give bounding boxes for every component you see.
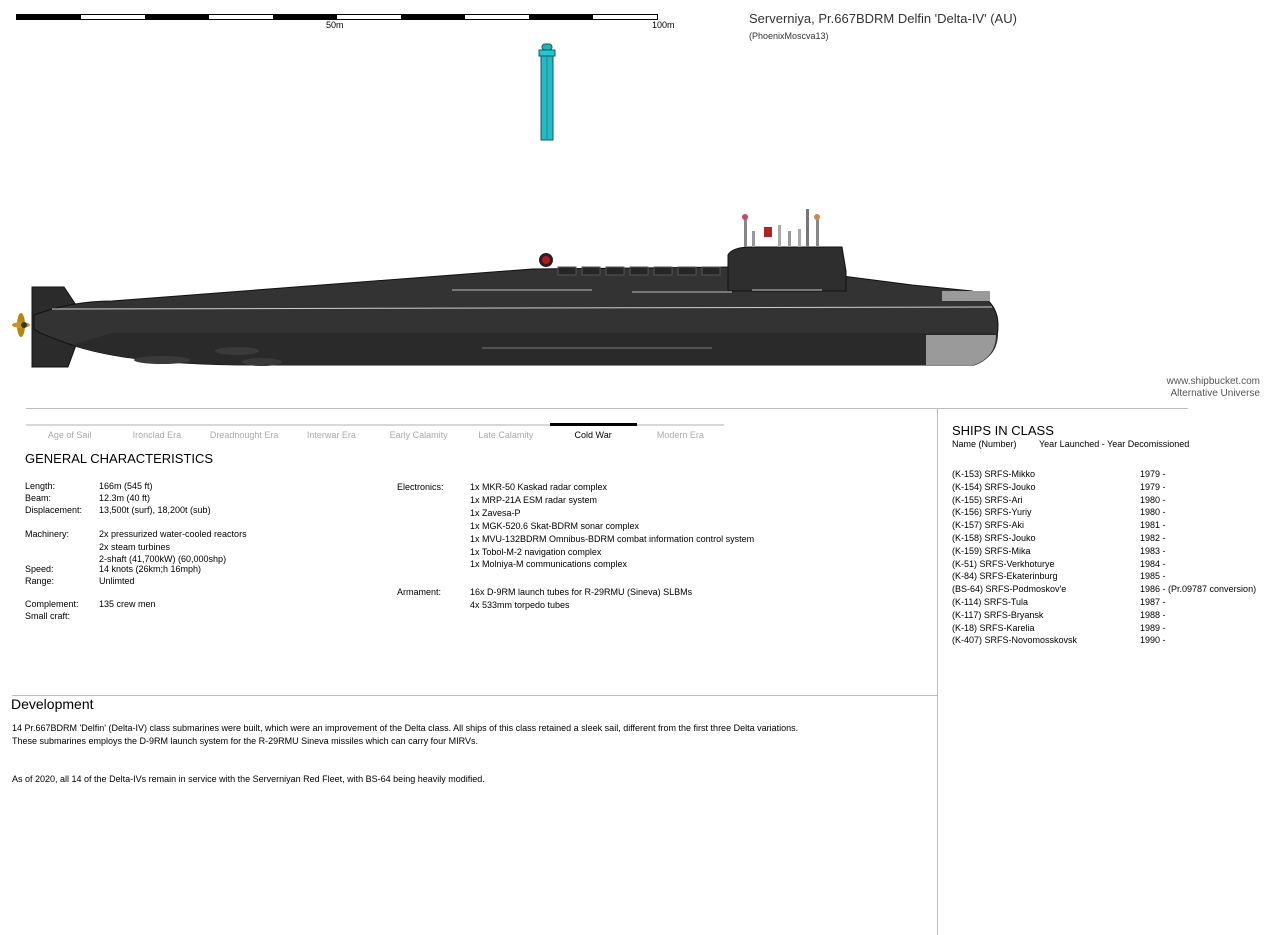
beam-value: 12.3m (40 ft) [99,493,151,503]
era-late-calamity: Late Calamity [478,430,534,440]
speed-label: Speed: [25,564,54,574]
ship-years: 1989 - [1140,622,1166,633]
ship-name: (K-157) SRFS-Aki [952,520,1025,531]
era-ironclad: Ironclad Era [132,430,182,440]
ships-panel-separator [937,408,938,935]
range-label: Range: [25,576,55,586]
machinery-label: Machinery: [25,529,70,539]
ship-years: 1979 - [1140,481,1166,492]
era-bar: Age of Sail Ironclad Era Dreadnought Era… [26,423,724,444]
ship-years: 1990 - [1140,635,1166,646]
general-characteristics-title: GENERAL CHARACTERISTICS [25,451,214,466]
submarine-side-profile [12,209,999,368]
ship-name: (K-159) SRFS-Mika [952,545,1031,556]
speed-value: 14 knots (26km;h 16mph) [99,564,202,574]
length-label: Length: [25,481,56,491]
electronics-item: 1x Tobol-M-2 navigation complex [470,547,602,557]
ship-name: (K-114) SRFS-Tula [952,596,1029,607]
propeller [12,313,30,337]
era-interwar: Interwar Era [306,430,356,440]
ship-years: 1981 - [1140,520,1166,531]
electronics-item: 1x MKR-50 Kaskad radar complex [470,482,608,492]
ship-years: 1979 - [1140,469,1166,479]
top-separator [26,408,1188,409]
ship-name: (K-158) SRFS-Jouko [952,532,1036,543]
development-paragraph-1-line-1: 14 Pr.667BDRM 'Delfin' (Delta-IV) class … [12,723,799,733]
era-cold-war: Cold War [549,423,637,444]
small-craft-label: Small craft: [25,611,71,621]
development-paragraph-1-line-2: These submarines employs the D-9RM launc… [12,736,478,746]
ship-years: 1986 - (Pr.09787 conversion) [1140,584,1257,595]
range-value: Unlimted [99,576,135,586]
scale-label-50m: 50m [326,20,344,30]
ship-name: (K-84) SRFS-Ekaterinburg [952,571,1058,582]
length-value: 166m (545 ft) [99,481,153,491]
development-paragraph-2: As of 2020, all 14 of the Delta-IVs rema… [12,774,485,784]
electronics-item: 1x MRP-21A ESM radar system [470,495,598,505]
machinery-value-1: 2x pressurized water-cooled reactors [99,529,247,539]
ship-name: (K-156) SRFS-Yuriy [952,507,1032,518]
ship-years: 1985 - [1140,571,1166,582]
ship-years: 1983 - [1140,545,1166,556]
development-title: Development [11,696,94,712]
author-credit: (PhoenixMoscva13) [749,31,829,41]
ship-name: (K-18) SRFS-Karelia [952,622,1035,633]
complement-label: Complement: [25,599,79,609]
electronics-item: 1x Molniya-M communications complex [470,559,628,569]
site-credit: www.shipbucket.com Alternative Universe [1167,376,1260,400]
ship-name: (BS-64) SRFS-Podmoskov'e [952,584,1067,595]
ship-name: (K-155) SRFS-Ari [952,494,1023,505]
displacement-value: 13,500t (surf), 18,200t (sub) [99,505,211,515]
ship-years: 1984 - [1140,558,1166,569]
machinery-value-2: 2x steam turbines [99,542,171,552]
electronics-item: 1x MVU-132BDRM Omnibus-BDRM combat infor… [470,534,755,544]
ship-name: (K-407) SRFS-Novomosskovsk [952,635,1078,646]
ship-name: (K-154) SRFS-Jouko [952,481,1036,492]
electronics-label: Electronics: [397,482,444,492]
scale-label-100m: 100m [652,20,675,30]
electronics-item: 1x MGK-520.6 Skat-BDRM sonar complex [470,521,640,531]
ship-years: 1982 - [1140,532,1166,543]
development-separator [12,695,938,696]
armament-label: Armament: [397,587,442,597]
ship-years: 1980 - [1140,507,1166,518]
displacement-label: Displacement: [25,505,83,515]
ships-header-name: Name (Number) [952,439,1017,449]
ship-years: 1980 - [1140,494,1166,505]
ships-header-years: Year Launched - Year Decomissioned [1039,439,1190,449]
ships-in-class-title: SHIPS IN CLASS [952,423,1054,438]
ship-name: (K-117) SRFS-Bryansk [952,609,1044,620]
complement-value: 135 crew men [99,599,156,609]
armament-item: 16x D-9RM launch tubes for R-29RMU (Sine… [470,587,693,597]
era-age-of-sail: Age of Sail [47,430,92,440]
ship-years: 1987 - [1140,596,1166,607]
page-title: Serverniya, Pr.667BDRM Delfin 'Delta-IV'… [749,11,1017,26]
missile-drawing [538,43,556,141]
ship-name: (K-51) SRFS-Verkhoturye [952,558,1055,569]
site-url: www.shipbucket.com [1166,376,1260,387]
ship-years: 1988 - [1140,609,1166,620]
era-dreadnought: Dreadnought Era [209,430,279,440]
ship-name: (K-153) SRFS-Mikko [952,469,1036,479]
electronics-item: 1x Zavesa-P [470,508,521,518]
beam-label: Beam: [25,493,52,503]
armament-item: 4x 533mm torpedo tubes [470,600,570,610]
era-early-calamity: Early Calamity [389,430,448,440]
era-modern: Modern Era [656,430,704,440]
site-category: Alternative Universe [1170,388,1260,399]
